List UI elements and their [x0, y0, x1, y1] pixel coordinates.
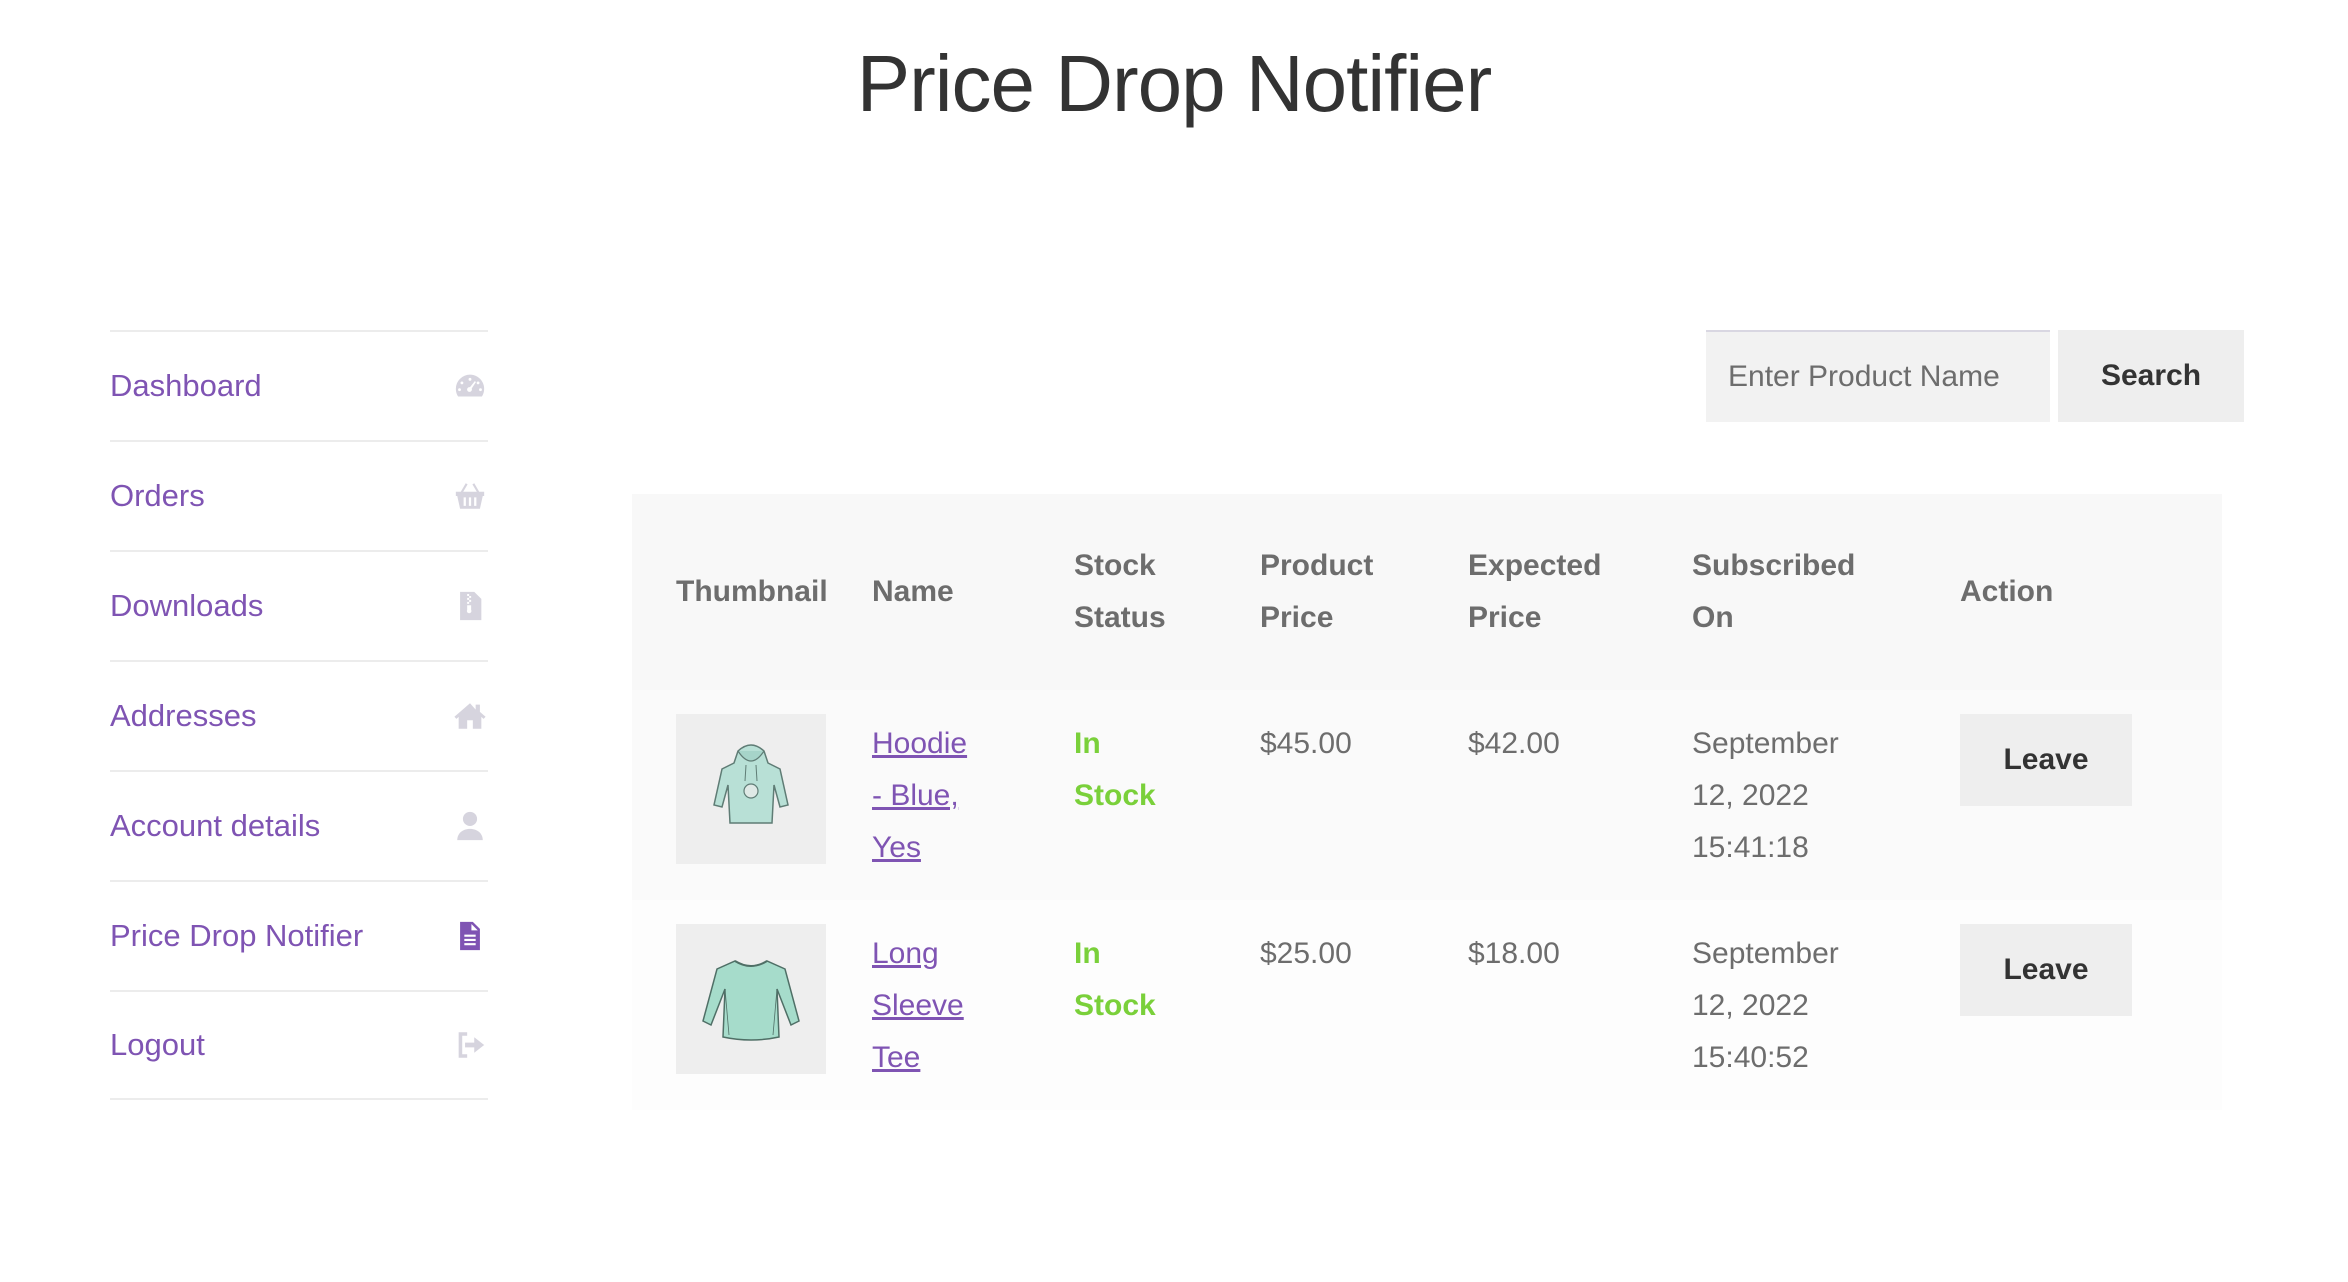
- header-line: Subscribed: [1692, 549, 1856, 582]
- date-line: 12, 2022: [1692, 779, 1809, 812]
- column-header-product-price: Product Price: [1260, 494, 1468, 690]
- header-line: Price: [1468, 601, 1542, 634]
- nav-item-price-drop-notifier[interactable]: Price Drop Notifier: [110, 880, 488, 990]
- nav-label: Price Drop Notifier: [110, 918, 364, 953]
- column-header-name: Name: [872, 575, 954, 608]
- product-link-hoodie[interactable]: Hoodie - Blue, Yes: [872, 727, 967, 864]
- expected-price: $42.00: [1468, 727, 1560, 760]
- date-line: 15:41:18: [1692, 831, 1809, 864]
- nav-item-logout[interactable]: Logout: [110, 990, 488, 1100]
- nav-item-orders[interactable]: Orders: [110, 440, 488, 550]
- column-header-stock-status: Stock Status: [1074, 494, 1260, 690]
- search-button[interactable]: Search: [2058, 330, 2244, 422]
- document-icon: [452, 918, 488, 954]
- nav-label: Downloads: [110, 588, 264, 623]
- stock-line: In: [1074, 937, 1101, 970]
- thumbnail-cell: [632, 900, 872, 1110]
- column-header-thumbnail: Thumbnail: [676, 575, 828, 608]
- dashboard-gauge-icon: [452, 368, 488, 404]
- nav-item-downloads[interactable]: Downloads: [110, 550, 488, 660]
- name-line: Hoodie: [872, 727, 968, 760]
- date-line: 15:40:52: [1692, 1041, 1809, 1074]
- subscriptions-table: Thumbnail Name Stock Status Product Pric…: [632, 494, 2222, 1110]
- file-zip-icon: [452, 588, 488, 624]
- product-thumbnail-long-sleeve-tee[interactable]: [676, 924, 826, 1074]
- name-line: Yes: [872, 831, 921, 864]
- leave-button[interactable]: Leave: [1960, 714, 2132, 806]
- action-cell: Leave: [1960, 690, 2222, 900]
- nav-item-account-details[interactable]: Account details: [110, 770, 488, 880]
- column-header-expected-price: Expected Price: [1468, 494, 1692, 690]
- action-cell: Leave: [1960, 900, 2222, 1110]
- date-line: September: [1692, 937, 1839, 970]
- product-search-form: Search: [1706, 330, 2244, 422]
- nav-label: Dashboard: [110, 368, 262, 403]
- subscribed-on-cell: September 12, 2022 15:40:52: [1692, 900, 1960, 1110]
- page-title: Price Drop Notifier: [856, 39, 1493, 128]
- home-icon: [452, 698, 488, 734]
- thumbnail-cell: [632, 690, 872, 900]
- basket-icon: [452, 478, 488, 514]
- header-line: Product: [1260, 549, 1374, 582]
- nav-label: Logout: [110, 1027, 205, 1062]
- date-line: 12, 2022: [1692, 989, 1809, 1022]
- name-line: - Blue,: [872, 779, 959, 812]
- hoodie-image: [713, 744, 789, 824]
- stock-line: Stock: [1074, 989, 1156, 1022]
- stock-line: In: [1074, 727, 1101, 760]
- name-line: Long: [872, 937, 939, 970]
- header-line: Expected: [1468, 549, 1602, 582]
- leave-button[interactable]: Leave: [1960, 924, 2132, 1016]
- name-line: Tee: [872, 1041, 921, 1074]
- date-line: September: [1692, 727, 1839, 760]
- product-thumbnail-hoodie[interactable]: [676, 714, 826, 864]
- table-header-row: Thumbnail Name Stock Status Product Pric…: [632, 494, 2222, 690]
- user-icon: [452, 808, 488, 844]
- expected-price: $18.00: [1468, 937, 1560, 970]
- header-line: On: [1692, 601, 1734, 634]
- subscribed-on-cell: September 12, 2022 15:41:18: [1692, 690, 1960, 900]
- header-line: Status: [1074, 601, 1166, 634]
- product-search-input[interactable]: [1706, 330, 2050, 422]
- product-link-long-sleeve-tee[interactable]: Long Sleeve Tee: [872, 937, 964, 1074]
- long-sleeve-tee-image: [702, 960, 800, 1041]
- account-navigation: Dashboard Orders Downloads Addresses Acc…: [110, 330, 488, 1100]
- nav-item-dashboard[interactable]: Dashboard: [110, 330, 488, 440]
- column-header-action: Action: [1960, 575, 2054, 608]
- header-line: Price: [1260, 601, 1334, 634]
- subscriptions-table-wrap: Thumbnail Name Stock Status Product Pric…: [632, 494, 2222, 1110]
- table-row: Hoodie - Blue, Yes In Stock $45.00 $42.0…: [632, 690, 2222, 900]
- stock-status-cell: In Stock: [1074, 900, 1260, 1110]
- name-line: Sleeve: [872, 989, 964, 1022]
- table-row: Long Sleeve Tee In Stock $25.00 $18.00 S…: [632, 900, 2222, 1110]
- nav-label: Addresses: [110, 698, 257, 733]
- column-header-subscribed-on: Subscribed On: [1692, 494, 1960, 690]
- product-name-cell: Hoodie - Blue, Yes: [872, 690, 1074, 900]
- product-name-cell: Long Sleeve Tee: [872, 900, 1074, 1110]
- nav-label: Orders: [110, 478, 205, 513]
- product-price: $45.00: [1260, 727, 1352, 760]
- product-price: $25.00: [1260, 937, 1352, 970]
- nav-label: Account details: [110, 808, 321, 843]
- stock-line: Stock: [1074, 779, 1156, 812]
- nav-item-addresses[interactable]: Addresses: [110, 660, 488, 770]
- header-line: Stock: [1074, 549, 1156, 582]
- stock-status-cell: In Stock: [1074, 690, 1260, 900]
- sign-out-icon: [452, 1027, 488, 1063]
